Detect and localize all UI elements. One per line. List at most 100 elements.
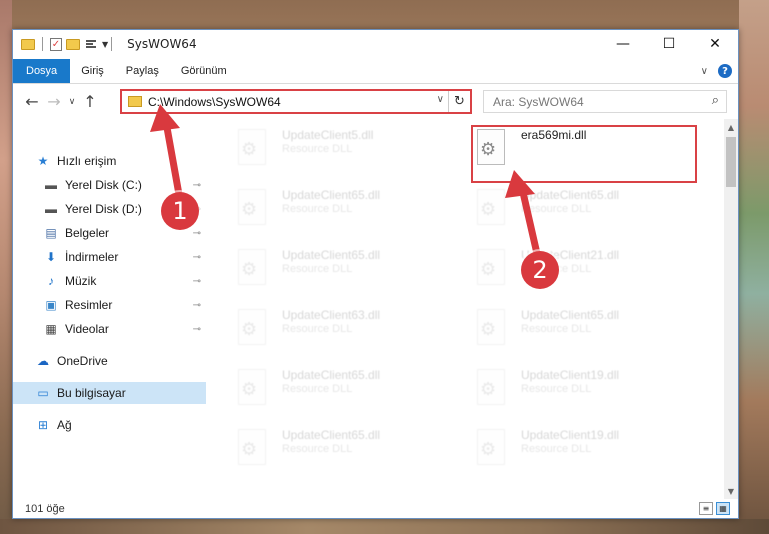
pin-icon[interactable]: ⊸ — [193, 324, 201, 335]
file-item[interactable]: ⚙UpdateClient21.dllResource DLL — [445, 247, 675, 305]
recent-locations-button[interactable]: ∨ — [65, 97, 79, 107]
desktop-background-bottom — [0, 519, 769, 534]
details-view-icon[interactable]: ≡ — [699, 502, 713, 515]
sidebar-item-i-ndirmeler[interactable]: ⬇ İndirmeler ⊸ — [13, 246, 206, 268]
pin-icon[interactable]: ⊸ — [193, 276, 201, 287]
file-item[interactable]: ⚙ UpdateClient65.dll Resource DLL — [206, 187, 436, 245]
sidebar-item-label: Ağ — [57, 418, 72, 432]
ribbon-tabs: Dosya Giriş Paylaş Görünüm ∨ ? — [13, 59, 738, 84]
pin-icon[interactable]: ⊸ — [193, 180, 201, 191]
scrollbar-thumb[interactable] — [726, 137, 736, 187]
back-button[interactable]: ← — [21, 92, 43, 111]
file-name: UpdateClient19.dll — [521, 368, 620, 382]
minimize-button[interactable]: — — [600, 30, 646, 58]
file-item[interactable]: ⚙ UpdateClient65.dll Resource DLL — [206, 247, 436, 305]
file-item[interactable]: ⚙ UpdateClient63.dll Resource DLL — [206, 307, 436, 365]
sidebar-item-ağ[interactable]: ⊞ Ağ — [13, 414, 206, 436]
file-type: Resource DLL — [282, 263, 353, 275]
sidebar-item-label: Bu bilgisayar — [57, 386, 126, 400]
refresh-button[interactable]: ↻ — [448, 91, 470, 112]
view-switcher: ≡ ▦ — [699, 502, 730, 515]
customize-toolbar-icon[interactable]: ▼ — [102, 40, 108, 49]
sidebar-item-resimler[interactable]: ▣ Resimler ⊸ — [13, 294, 206, 316]
file-item[interactable]: ⚙ UpdateClient5.dll Resource DLL — [206, 127, 436, 185]
new-folder-icon[interactable] — [66, 38, 80, 50]
close-button[interactable]: ✕ — [692, 30, 738, 58]
navigation-bar: ← → ∨ ↑ C:\Windows\SysWOW64 ∨ ↻ Ara: Sys… — [13, 85, 738, 118]
file-name: UpdateClient65.dll — [282, 428, 381, 442]
address-bar[interactable]: C:\Windows\SysWOW64 ∨ ↻ — [120, 89, 472, 114]
search-placeholder: Ara: SysWOW64 — [493, 94, 584, 109]
file-item[interactable]: ⚙ UpdateClient65.dll Resource DLL — [206, 427, 436, 485]
sidebar-item-videolar[interactable]: ▦ Videolar ⊸ — [13, 318, 206, 340]
folder-icon — [128, 96, 142, 107]
file-type: Resource DLL — [282, 383, 353, 395]
scroll-down-icon[interactable]: ▼ — [724, 483, 738, 499]
large-icons-view-icon[interactable]: ▦ — [716, 502, 730, 515]
video-icon: ▦ — [45, 322, 57, 336]
item-count: 101 öğe — [25, 503, 65, 515]
file-type: Resource DLL — [521, 383, 592, 395]
pin-icon[interactable]: ⊸ — [193, 252, 201, 263]
dll-file-icon: ⚙ — [473, 309, 509, 351]
tab-home[interactable]: Giriş — [70, 59, 115, 83]
file-name: UpdateClient65.dll — [282, 248, 381, 262]
download-icon: ⬇ — [45, 250, 57, 264]
sidebar-item-label: İndirmeler — [65, 250, 119, 264]
properties-check-icon[interactable]: ✓ — [50, 37, 62, 51]
file-item-target[interactable]: ⚙ era569mi.dll — [445, 127, 675, 185]
title-separator — [111, 37, 113, 51]
desktop-background-right — [739, 0, 769, 534]
address-dropdown-icon[interactable]: ∨ — [437, 94, 444, 105]
toolbar-separator — [42, 37, 43, 51]
sidebar-item-hızlı-erişim[interactable]: ★ Hızlı erişim — [13, 150, 206, 172]
expand-ribbon-icon[interactable]: ∨ — [701, 66, 708, 77]
search-input[interactable]: Ara: SysWOW64 ⌕ — [483, 90, 727, 113]
documents-icon: ▤ — [45, 226, 57, 240]
scroll-up-icon[interactable]: ▲ — [724, 119, 738, 135]
sidebar-item-label: Müzik — [65, 274, 97, 288]
file-item[interactable]: ⚙ UpdateClient65.dll Resource DLL — [445, 307, 675, 365]
file-item[interactable]: ⚙ UpdateClient19.dll Resource DLL — [445, 427, 675, 485]
file-name: UpdateClient65.dll — [282, 368, 381, 382]
file-type: Resource DLL — [282, 203, 353, 215]
dll-file-icon: ⚙ — [234, 309, 270, 351]
up-button[interactable]: ↑ — [79, 92, 101, 111]
properties-icon[interactable] — [86, 40, 96, 48]
drive-icon: ▬ — [45, 178, 57, 192]
file-type: Resource DLL — [282, 443, 353, 455]
window-title: SysWOW64 — [127, 37, 197, 51]
pin-icon[interactable]: ⊸ — [193, 228, 201, 239]
search-icon[interactable]: ⌕ — [712, 93, 719, 108]
help-icon[interactable]: ? — [718, 64, 732, 78]
file-type: Resource DLL — [521, 203, 592, 215]
file-name: UpdateClient63.dll — [282, 308, 381, 322]
sidebar-item-label: Belgeler — [65, 226, 110, 240]
file-item[interactable]: ⚙ UpdateClient19.dll Resource DLL — [445, 367, 675, 425]
maximize-button[interactable]: ☐ — [646, 30, 692, 58]
file-name: UpdateClient65.dll — [282, 188, 381, 202]
sidebar-item-label: Videolar — [65, 322, 109, 336]
file-item[interactable]: ⚙ UpdateClient65.dll Resource DLL — [445, 187, 675, 245]
sidebar-item-müzik[interactable]: ♪ Müzik ⊸ — [13, 270, 206, 292]
window-controls: — ☐ ✕ — [600, 30, 738, 58]
file-item[interactable]: ⚙ UpdateClient65.dll Resource DLL — [206, 367, 436, 425]
cloud-icon: ☁ — [37, 354, 49, 368]
address-path[interactable]: C:\Windows\SysWOW64 — [148, 95, 281, 109]
file-name: UpdateClient5.dll — [282, 128, 374, 142]
sidebar-item-bu-bilgisayar[interactable]: ▭ Bu bilgisayar — [13, 382, 206, 404]
desktop-background-left — [0, 0, 12, 534]
tab-view[interactable]: Görünüm — [170, 59, 238, 83]
dll-file-icon: ⚙ — [473, 429, 509, 471]
tab-file[interactable]: Dosya — [13, 59, 71, 83]
folder-icon[interactable] — [21, 38, 35, 50]
sidebar-item-onedrive[interactable]: ☁ OneDrive — [13, 350, 206, 372]
music-icon: ♪ — [48, 274, 54, 288]
tab-share[interactable]: Paylaş — [115, 59, 170, 83]
pin-icon[interactable]: ⊸ — [193, 300, 201, 311]
forward-button[interactable]: → — [43, 92, 65, 111]
ribbon-controls: ∨ ? — [701, 59, 732, 83]
vertical-scrollbar[interactable]: ▲ ▼ — [724, 119, 738, 499]
step-1-badge: 1 — [161, 192, 199, 230]
quick-access-toolbar: ✓ ▼ — [21, 37, 108, 51]
